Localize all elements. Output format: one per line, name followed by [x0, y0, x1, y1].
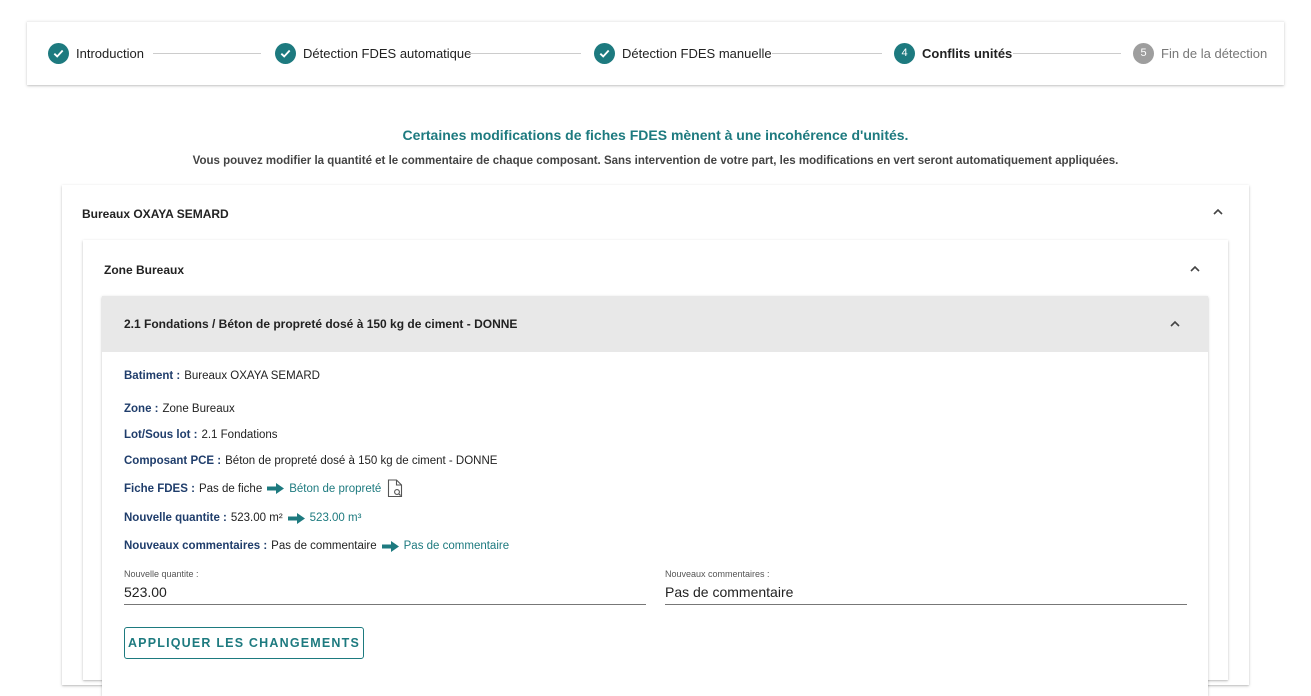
- step-detection-manuelle[interactable]: Détection FDES manuelle: [594, 42, 772, 64]
- step-number-badge: 4: [894, 42, 915, 64]
- component-title: 2.1 Fondations / Béton de propreté dosé …: [124, 317, 518, 331]
- chevron-up-icon[interactable]: [1168, 317, 1182, 331]
- info-composant: Composant PCE : Béton de propreté dosé à…: [124, 455, 497, 467]
- step-number-badge: 5: [1133, 42, 1154, 64]
- check-icon: [48, 42, 69, 64]
- quantity-field: Nouvelle quantite :: [124, 569, 646, 605]
- step-fin-detection: 5 Fin de la détection: [1133, 42, 1267, 64]
- chevron-up-icon[interactable]: [1211, 205, 1225, 219]
- quantity-input[interactable]: [124, 582, 646, 605]
- info-lot: Lot/Sous lot : 2.1 Fondations: [124, 429, 278, 441]
- apply-changes-button[interactable]: APPLIQUER LES CHANGEMENTS: [124, 627, 364, 659]
- step-introduction[interactable]: Introduction: [48, 42, 144, 64]
- info-label: Zone :: [124, 403, 159, 415]
- zone-title: Zone Bureaux: [104, 263, 185, 277]
- info-fiche: Fiche FDES : Pas de fiche Béton de propr…: [124, 479, 403, 498]
- arrow-right-icon: [287, 512, 305, 524]
- info-new-value: 523.00 m³: [309, 512, 362, 524]
- document-preview-icon[interactable]: [387, 479, 403, 498]
- step-connector: [1013, 53, 1121, 54]
- info-old-value: Pas de commentaire: [271, 540, 377, 552]
- conflict-instructions: Vous pouvez modifier la quantité et le c…: [192, 155, 1119, 167]
- step-label: Fin de la détection: [1161, 45, 1268, 61]
- arrow-right-icon: [381, 540, 399, 552]
- info-label: Nouvelle quantite :: [124, 512, 227, 524]
- step-detection-auto[interactable]: Détection FDES automatique: [275, 42, 471, 64]
- step-label: Conflits unités: [922, 45, 1013, 61]
- check-icon: [275, 42, 296, 64]
- info-label: Lot/Sous lot :: [124, 429, 198, 441]
- info-label: Batiment :: [124, 370, 181, 382]
- arrow-right-icon: [267, 483, 285, 494]
- comment-field-label: Nouveaux commentaires :: [665, 569, 770, 579]
- info-commentaires: Nouveaux commentaires : Pas de commentai…: [124, 540, 509, 552]
- info-quantite: Nouvelle quantite : 523.00 m² 523.00 m³: [124, 512, 361, 524]
- info-old-value: Pas de fiche: [198, 482, 263, 495]
- step-connector: [772, 53, 882, 54]
- comment-input[interactable]: [665, 582, 1187, 605]
- info-label: Fiche FDES :: [124, 482, 195, 495]
- component-header[interactable]: 2.1 Fondations / Béton de propreté dosé …: [102, 296, 1208, 352]
- step-label: Détection FDES manuelle: [622, 45, 772, 61]
- info-old-value: 523.00 m²: [230, 512, 283, 524]
- step-label: Introduction: [76, 45, 144, 61]
- chevron-up-icon[interactable]: [1188, 262, 1202, 276]
- quantity-field-label: Nouvelle quantite :: [124, 569, 199, 579]
- info-new-value: Pas de commentaire: [403, 540, 510, 552]
- info-value: Bureaux OXAYA SEMARD: [184, 370, 320, 382]
- step-conflits-unites[interactable]: 4 Conflits unités: [894, 42, 1012, 64]
- check-icon: [594, 42, 615, 64]
- step-connector: [153, 53, 261, 54]
- info-value: 2.1 Fondations: [201, 429, 278, 441]
- info-new-value: Béton de propreté: [289, 482, 382, 495]
- info-value: Béton de propreté dosé à 150 kg de cimen…: [225, 455, 498, 467]
- component-panel: 2.1 Fondations / Béton de propreté dosé …: [102, 296, 1208, 696]
- zone-panel: Zone Bureaux 2.1 Fondations / Béton de p…: [83, 240, 1228, 696]
- info-batiment: Batiment : Bureaux OXAYA SEMARD: [124, 370, 320, 382]
- step-label: Détection FDES automatique: [303, 45, 472, 61]
- info-label: Nouveaux commentaires :: [124, 540, 268, 552]
- info-zone: Zone : Zone Bureaux: [124, 403, 235, 415]
- stepper: Introduction Détection FDES automatique …: [27, 21, 1284, 85]
- step-connector: [469, 53, 581, 54]
- conflict-headline: Certaines modifications de fiches FDES m…: [402, 127, 909, 143]
- comment-field: Nouveaux commentaires :: [665, 569, 1187, 605]
- building-panel: Bureaux OXAYA SEMARD Zone Bureaux 2.1 Fo…: [62, 185, 1249, 696]
- building-title: Bureaux OXAYA SEMARD: [82, 207, 229, 221]
- info-label: Composant PCE :: [124, 455, 222, 467]
- info-value: Zone Bureaux: [162, 403, 235, 415]
